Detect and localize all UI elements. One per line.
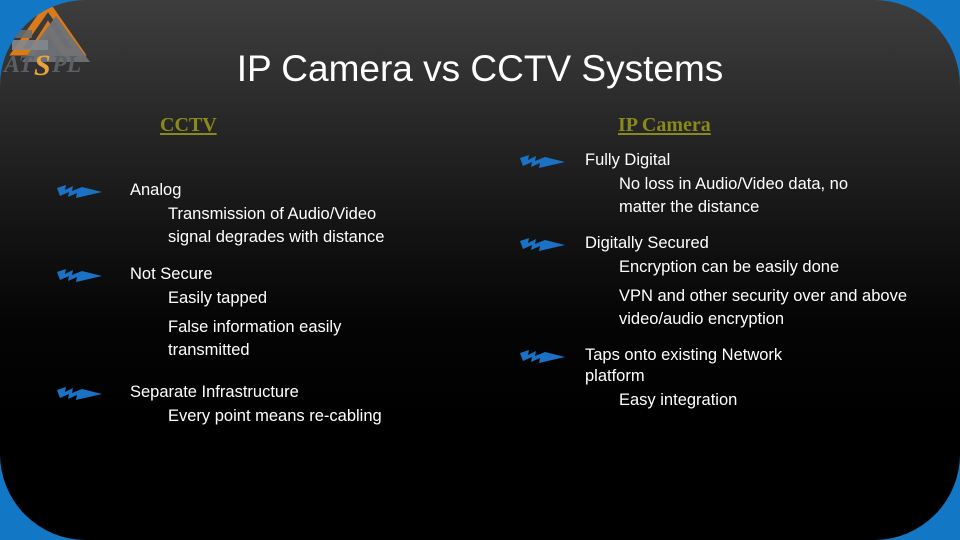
bullet-level1-label: Taps onto existing Network platform bbox=[585, 346, 783, 385]
svg-text:PL: PL bbox=[51, 52, 81, 78]
bullet-level1: Not Secure bbox=[40, 264, 440, 285]
bullet-level2: Encryption can be easily done bbox=[619, 258, 840, 276]
bullet-level1: Fully Digital bbox=[505, 150, 925, 171]
blue-arrow-icon bbox=[56, 386, 102, 402]
column-heading-ip-camera: IP Camera bbox=[618, 114, 711, 136]
bullet-level2: Transmission of Audio/Video signal degra… bbox=[168, 205, 385, 246]
bullet-level1-label: Not Secure bbox=[130, 265, 213, 283]
bullet-level2: Easy integration bbox=[619, 391, 738, 409]
atspl-logo: AT S PL bbox=[2, 0, 106, 78]
bullet-level1: Separate Infrastructure bbox=[40, 382, 440, 403]
bullet-level1-label: Fully Digital bbox=[585, 151, 671, 169]
bullet-level1: Digitally Secured bbox=[505, 233, 925, 254]
bullet-level2: No loss in Audio/Video data, no matter t… bbox=[619, 175, 849, 216]
bullet-group: Digitally Secured Encryption can be easi… bbox=[505, 233, 925, 331]
bullet-group: Fully Digital No loss in Audio/Video dat… bbox=[505, 150, 925, 219]
blue-arrow-icon bbox=[519, 237, 565, 253]
bullet-level1-label: Digitally Secured bbox=[585, 234, 709, 252]
slide: AT S PL IP Camera vs CCTV Systems CCTV I… bbox=[0, 0, 960, 540]
blue-arrow-icon bbox=[519, 154, 565, 170]
column-heading-cctv: CCTV bbox=[160, 114, 217, 136]
svg-text:AT: AT bbox=[2, 52, 35, 78]
bullet-group: Taps onto existing Network platform Easy… bbox=[505, 345, 925, 412]
column-cctv: Analog Transmission of Audio/Video signa… bbox=[40, 150, 440, 428]
bullet-level2: Every point means re-cabling bbox=[168, 407, 382, 425]
bullet-level1-label: Separate Infrastructure bbox=[130, 383, 299, 401]
bullet-level1: Taps onto existing Network platform bbox=[505, 345, 843, 387]
bullet-group: Analog Transmission of Audio/Video signa… bbox=[40, 180, 440, 249]
bullet-level2: Easily tapped bbox=[168, 289, 268, 307]
bullet-level1-label: Analog bbox=[130, 181, 182, 199]
blue-arrow-icon bbox=[519, 349, 565, 365]
bullet-level2: VPN and other security over and above vi… bbox=[619, 287, 908, 328]
blue-arrow-icon bbox=[56, 268, 102, 284]
slide-content-area: AT S PL IP Camera vs CCTV Systems CCTV I… bbox=[0, 0, 960, 540]
bullet-group: Not Secure Easily tapped False informati… bbox=[40, 264, 440, 362]
blue-arrow-icon bbox=[56, 184, 102, 200]
bullet-level2: False information easily transmitted bbox=[168, 318, 342, 359]
svg-text:S: S bbox=[34, 49, 51, 78]
bullet-level1: Analog bbox=[40, 180, 440, 201]
page-title: IP Camera vs CCTV Systems bbox=[236, 48, 724, 89]
column-ip-camera: Fully Digital No loss in Audio/Video dat… bbox=[505, 150, 925, 412]
bullet-group: Separate Infrastructure Every point mean… bbox=[40, 382, 440, 428]
